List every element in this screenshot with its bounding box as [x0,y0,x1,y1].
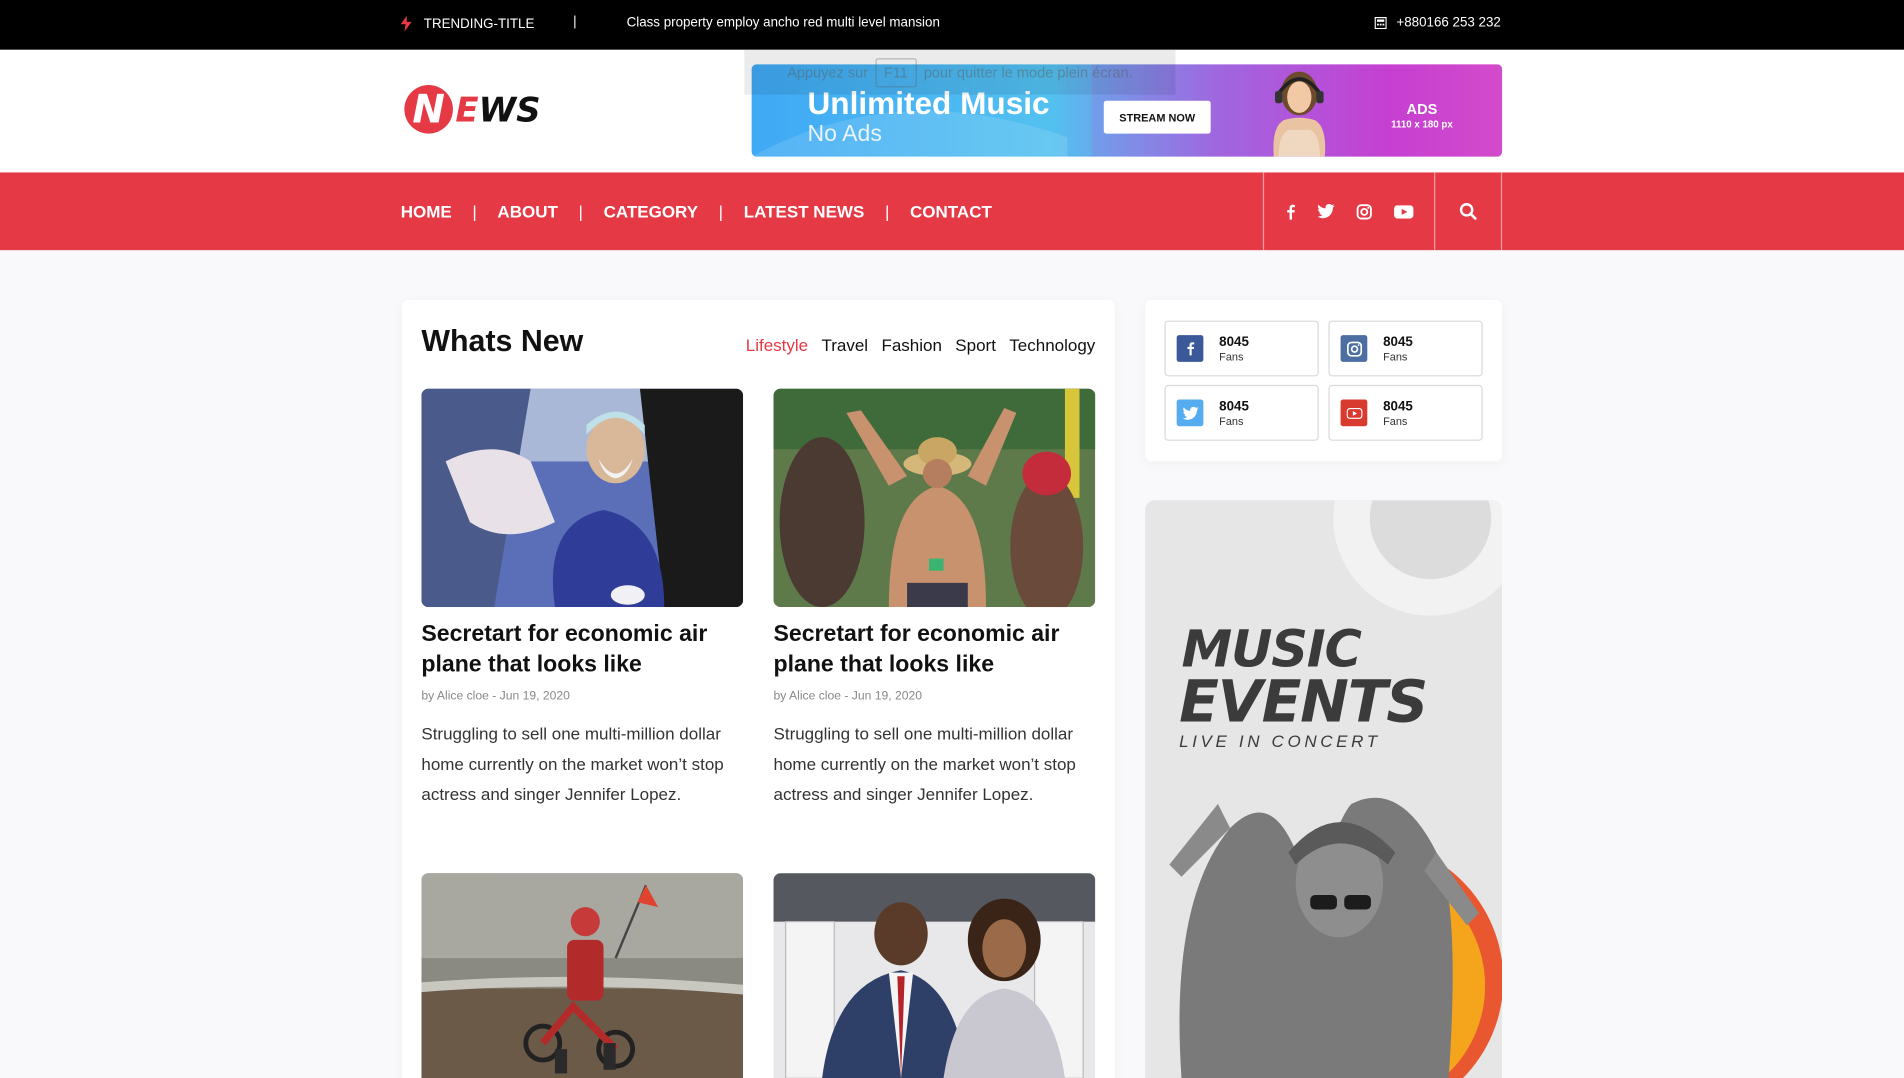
nav-social-links [1262,172,1436,251]
tab-travel[interactable]: Travel [821,335,868,354]
article-card[interactable]: Secretart for economic air plane that lo… [421,388,744,810]
article-card[interactable]: Secretart for economic air plane that lo… [773,388,1096,810]
ad-subtitle: No Ads [807,121,882,147]
fullscreen-notice: Appuyez sur F11 pour quitter le mode ple… [744,49,1176,95]
youtube-icon[interactable] [1393,204,1413,218]
nav-separator: | [472,201,477,222]
social-fans-widget: 8045 Fans 8045 Fans 8045 Fans 8045 Fans [1145,299,1503,462]
article-excerpt: Struggling to sell one multi-million dol… [773,723,1076,804]
fan-count: 8045 [1383,334,1413,350]
fan-label: Fans [1219,350,1244,363]
category-tabs: Lifestyle Travel Fashion Sport Technolog… [746,335,1096,354]
search-icon [1459,203,1477,220]
phone-icon [1374,17,1387,30]
phone-info: +880166 253 232 [1374,15,1501,31]
instagram-icon [1340,335,1368,362]
article-image[interactable] [421,873,744,1078]
facebook-icon [1176,335,1204,362]
top-bar: TRENDING-TITLE | Class property employ a… [0,0,1904,50]
music-events-ad[interactable]: MUSIC EVENTS LIVE IN CONCERT [1145,500,1503,1078]
instagram-icon[interactable] [1356,203,1372,219]
site-header: N EWS Unlimited Music No Ads STREAM NOW … [0,49,1904,173]
trending-label: TRENDING-TITLE [423,16,535,31]
article-image[interactable] [773,388,1096,608]
trending: TRENDING-TITLE [400,15,535,32]
tab-technology[interactable]: Technology [1009,335,1095,354]
facebook-fans[interactable]: 8045 Fans [1164,320,1319,377]
nav-category[interactable]: CATEGORY [604,202,698,221]
fan-count: 8045 [1219,334,1249,350]
youtube-fans[interactable]: 8045 Fans [1328,384,1483,441]
phone-number: +880166 253 232 [1396,15,1501,31]
site-logo[interactable]: N EWS [404,85,541,134]
logo-mark: N [404,85,453,134]
search-button[interactable] [1435,172,1503,251]
article-image[interactable] [773,873,1096,1078]
article-title[interactable]: Secretart for economic air plane that lo… [774,619,1096,680]
nav-menu: HOME | ABOUT | CATEGORY | LATEST NEWS | … [401,172,992,250]
twitter-fans[interactable]: 8045 Fans [1164,384,1319,441]
article-excerpt: Struggling to sell one multi-million dol… [421,723,724,804]
article-meta: by Alice cloe - Jun 19, 2020 [421,689,570,704]
nav-separator: | [718,201,724,222]
youtube-icon [1340,399,1368,427]
instagram-fans[interactable]: 8045 Fans [1328,320,1483,377]
twitter-icon [1176,399,1204,427]
fan-count: 8045 [1219,398,1249,414]
fan-count: 8045 [1383,398,1413,414]
topbar-separator: | [573,14,577,30]
nav-contact[interactable]: CONTACT [910,202,992,221]
bolt-icon [400,15,412,32]
tab-fashion[interactable]: Fashion [881,335,941,354]
music-ad-artwork [1169,500,1503,1078]
nav-home[interactable]: HOME [401,202,452,221]
twitter-icon[interactable] [1316,204,1334,219]
f11-key: F11 [875,57,917,87]
stream-now-button[interactable]: STREAM NOW [1103,100,1211,134]
main-nav: HOME | ABOUT | CATEGORY | LATEST NEWS | … [0,172,1904,251]
ad-size-label: ADS 1110 x 180 px [1391,100,1453,130]
article-image[interactable] [421,388,744,608]
whats-new-section: Whats New Lifestyle Travel Fashion Sport… [401,299,1115,1078]
music-ad-line2: EVENTS [1179,667,1428,736]
tab-lifestyle[interactable]: Lifestyle [746,335,808,354]
trending-headline[interactable]: Class property employ ancho red multi le… [627,16,940,31]
article-card[interactable] [421,873,744,1078]
nav-latest-news[interactable]: LATEST NEWS [744,202,865,221]
facebook-icon[interactable] [1285,203,1295,220]
fan-label: Fans [1219,414,1244,427]
ad-model-image [1273,71,1326,157]
section-title: Whats New [421,324,584,359]
article-title[interactable]: Secretart for economic air plane that lo… [421,619,743,680]
logo-wordmark: EWS [455,89,541,130]
article-card[interactable] [773,873,1096,1078]
nav-separator: | [884,201,890,222]
tab-sport[interactable]: Sport [955,335,996,354]
nav-separator: | [578,201,583,222]
nav-about[interactable]: ABOUT [497,202,557,221]
fan-label: Fans [1383,350,1408,363]
music-ad-line3: LIVE IN CONCERT [1179,731,1381,751]
article-meta: by Alice cloe - Jun 19, 2020 [773,689,923,704]
fan-label: Fans [1383,414,1408,427]
